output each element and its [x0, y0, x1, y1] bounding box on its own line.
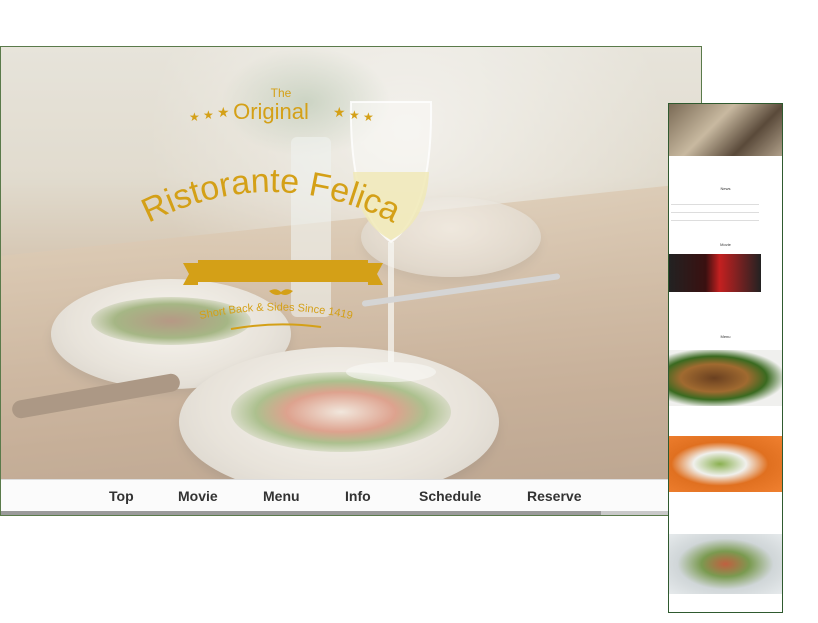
- mustache-icon: [269, 289, 293, 295]
- svg-text:★: ★: [333, 104, 346, 120]
- mobile-news-title: News: [720, 186, 731, 191]
- desktop-preview: The Original ★ ★ ★ ★ ★ ★ Ristorante Feli…: [0, 46, 702, 516]
- logo-original: Original: [233, 99, 309, 124]
- nav-movie[interactable]: Movie: [178, 488, 218, 504]
- svg-text:★: ★: [349, 108, 360, 122]
- star-icons-left: ★ ★ ★: [189, 104, 230, 124]
- svg-text:★: ★: [363, 110, 374, 124]
- mobile-menu-title: Menu: [720, 334, 731, 339]
- mobile-menu-image-2: [669, 436, 782, 492]
- mobile-news-row: [671, 204, 759, 205]
- nav-schedule[interactable]: Schedule: [419, 488, 481, 504]
- nav-menu[interactable]: Menu: [263, 488, 300, 504]
- nav-info[interactable]: Info: [345, 488, 371, 504]
- star-icons-right: ★ ★ ★: [333, 104, 374, 124]
- logo-name: Ristorante Felica: [141, 162, 401, 230]
- mobile-movie-thumbnail[interactable]: [669, 254, 761, 292]
- horizontal-scrollbar[interactable]: [1, 511, 701, 515]
- mobile-preview: News Movie Menu: [668, 103, 783, 613]
- logo-tagline: Short Back & Sides Since 1419: [198, 301, 354, 322]
- restaurant-logo: The Original ★ ★ ★ ★ ★ ★ Ristorante Feli…: [141, 87, 401, 330]
- mobile-menu-image-3: [669, 534, 782, 594]
- logo-banner: [198, 260, 368, 282]
- hero-image: The Original ★ ★ ★ ★ ★ ★ Ristorante Feli…: [1, 47, 701, 479]
- mobile-menu-image-1: [669, 350, 782, 406]
- nav-reserve[interactable]: Reserve: [527, 488, 582, 504]
- svg-text:★: ★: [203, 108, 214, 122]
- mobile-hero-image: [669, 104, 782, 156]
- svg-text:★: ★: [189, 110, 200, 124]
- mobile-movie-title: Movie: [720, 242, 731, 247]
- mobile-news-row: [671, 212, 759, 213]
- nav-top[interactable]: Top: [109, 488, 134, 504]
- scrollbar-thumb[interactable]: [1, 511, 601, 515]
- mobile-news-row: [671, 220, 759, 221]
- svg-text:★: ★: [217, 104, 230, 120]
